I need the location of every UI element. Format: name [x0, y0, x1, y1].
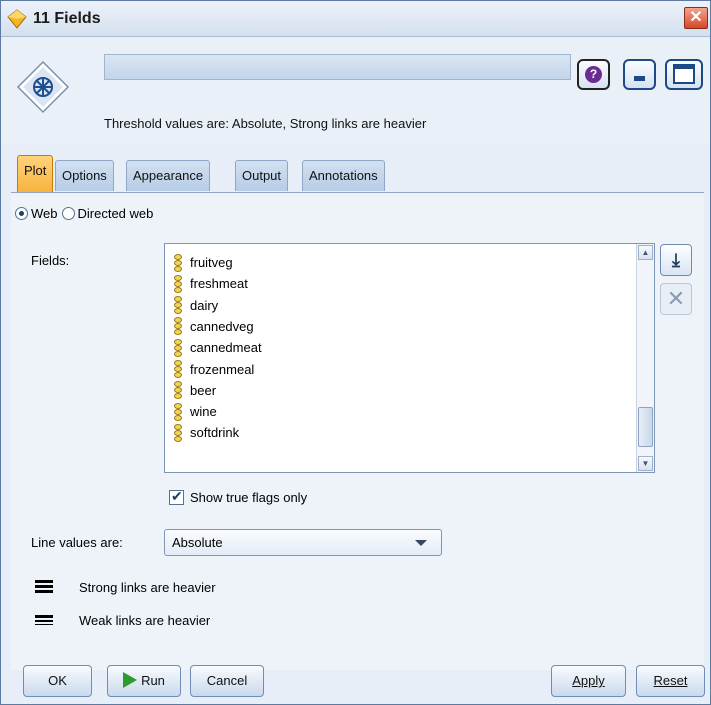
field-name: freshmeat	[190, 276, 248, 292]
field-name: dairy	[190, 297, 219, 313]
reset-button[interactable]: Reset	[636, 665, 705, 697]
flag-field-icon	[173, 274, 183, 293]
list-item[interactable]: beer	[173, 380, 216, 401]
show-true-flags-checkbox[interactable]	[169, 488, 184, 505]
help-button[interactable]: ?	[577, 59, 610, 90]
list-item[interactable]: wine	[173, 401, 217, 422]
list-item[interactable]: dairy	[173, 295, 218, 316]
scroll-down-arrow[interactable]: ▼	[638, 456, 653, 471]
tab-appearance[interactable]: Appearance	[126, 160, 211, 191]
light-lines-icon	[35, 614, 53, 627]
web-graph-icon	[16, 60, 70, 114]
strong-links-legend: Strong links are heavier	[35, 580, 216, 595]
help-icon: ?	[585, 66, 602, 83]
minimize-button[interactable]	[623, 59, 656, 90]
remove-fields-button[interactable]: ✕	[660, 283, 692, 315]
close-icon: ✕	[689, 9, 703, 26]
apply-label: Apply	[572, 673, 605, 688]
line-values-selected: Absolute	[172, 535, 223, 550]
scroll-thumb[interactable]	[638, 407, 653, 447]
list-item[interactable]: frozenmeal	[173, 359, 254, 380]
flag-field-icon	[173, 338, 183, 357]
flag-field-icon	[173, 253, 183, 272]
weak-links-label: Weak links are heavier	[79, 613, 211, 628]
tab-annotations[interactable]: Annotations	[302, 160, 385, 191]
fields-list[interactable]: fruitveg freshmeat dairy cannedveg cannedmea…	[164, 243, 655, 473]
field-name: fruitveg	[190, 255, 233, 270]
window-title: 11 Fields	[33, 10, 101, 27]
web-type-group: Web Directed web	[15, 206, 157, 221]
list-item[interactable]: fruitveg	[173, 252, 233, 273]
apply-button[interactable]: Apply	[551, 665, 626, 697]
tab-options[interactable]: Options	[55, 160, 114, 191]
node-header: ? Threshold values are: Absolute, Strong…	[1, 38, 710, 144]
flag-field-icon	[173, 402, 183, 421]
flag-field-icon	[173, 381, 183, 400]
maximize-icon	[673, 64, 695, 84]
pick-fields-button[interactable]: ⤓	[660, 244, 692, 276]
scroll-up-arrow[interactable]: ▲	[638, 245, 653, 260]
cancel-button[interactable]: Cancel	[190, 665, 264, 697]
list-item[interactable]: freshmeat	[173, 273, 248, 294]
threshold-summary: Threshold values are: Absolute, Strong l…	[104, 116, 427, 131]
run-button[interactable]: Run	[107, 665, 181, 697]
maximize-button[interactable]	[665, 59, 703, 90]
flag-field-icon	[173, 423, 183, 442]
close-button[interactable]: ✕	[684, 7, 708, 29]
fields-scrollbar[interactable]: ▲ ▼	[636, 244, 654, 472]
web-node-icon	[7, 9, 27, 29]
flag-field-icon	[173, 360, 183, 378]
flag-field-icon	[173, 317, 183, 336]
node-name-bar	[104, 54, 571, 80]
field-name: cannedveg	[190, 318, 254, 334]
web-radio[interactable]	[15, 207, 28, 220]
heavy-lines-icon	[35, 580, 53, 595]
field-name: beer	[190, 382, 217, 398]
list-item[interactable]: cannedveg	[173, 316, 254, 337]
reset-label: Reset	[653, 673, 688, 688]
show-true-flags-row: Show true flags only	[169, 488, 308, 505]
strong-links-label: Strong links are heavier	[79, 580, 216, 595]
chevron-down-icon	[415, 540, 427, 546]
fields-label: Fields:	[31, 253, 70, 268]
list-item[interactable]: softdrink	[173, 422, 239, 443]
list-item[interactable]: cannedmeat	[173, 337, 262, 358]
play-icon	[123, 672, 138, 689]
field-picker-icon: ⤓	[672, 250, 680, 270]
tab-plot[interactable]: Plot	[17, 155, 54, 192]
tab-output[interactable]: Output	[235, 160, 289, 191]
ok-button[interactable]: OK	[23, 665, 92, 697]
directed-web-radio[interactable]	[61, 207, 75, 220]
dialog-window: 11 Fields ✕ ? Threshold values are: Abso…	[0, 0, 711, 705]
flag-field-icon	[173, 296, 183, 315]
web-radio-label: Web	[31, 206, 58, 221]
weak-links-legend: Weak links are heavier	[35, 613, 210, 628]
line-values-label: Line values are:	[31, 535, 123, 550]
directed-web-radio-label: Directed web	[77, 206, 154, 221]
title-bar: 11 Fields ✕	[1, 1, 710, 37]
field-name: wine	[190, 404, 217, 420]
field-name: softdrink	[190, 425, 240, 441]
show-true-flags-label: Show true flags only	[190, 490, 308, 505]
delete-icon: ✕	[666, 286, 686, 311]
minimize-icon	[634, 76, 645, 81]
field-name: frozenmeal	[190, 361, 255, 377]
line-values-dropdown[interactable]: Absolute	[164, 529, 442, 556]
field-name: cannedmeat	[190, 340, 262, 356]
run-label: Run	[141, 673, 165, 688]
